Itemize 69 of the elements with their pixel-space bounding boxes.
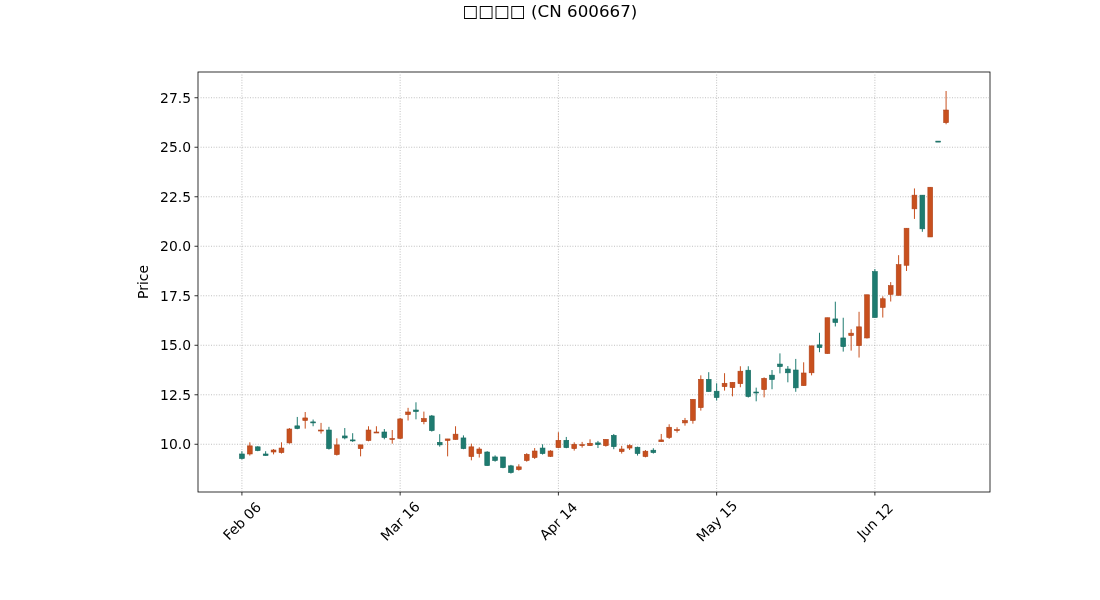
tick-label: Jun 12 <box>853 499 896 543</box>
tick-mark <box>194 344 199 346</box>
candle <box>935 140 941 143</box>
candle <box>658 433 664 443</box>
candle <box>310 419 316 427</box>
tick-mark <box>194 196 199 198</box>
tick-mark <box>194 146 199 148</box>
candle <box>397 417 403 440</box>
candle <box>943 90 949 125</box>
candle <box>698 374 704 412</box>
tick-mark <box>874 491 876 496</box>
candle <box>326 426 332 451</box>
tick-label: Mar 16 <box>377 498 423 544</box>
candle <box>500 456 506 469</box>
candle <box>611 433 617 450</box>
axis-label: Price <box>135 265 151 299</box>
candle <box>856 311 862 359</box>
tick-mark <box>241 491 243 496</box>
candle <box>318 422 324 435</box>
candle <box>516 463 522 472</box>
candle <box>666 423 672 440</box>
candle <box>761 376 767 398</box>
tick-label: 20.0 <box>160 238 191 255</box>
tick-label: 12.5 <box>160 386 191 403</box>
candle <box>587 438 593 447</box>
tick-label: Apr 14 <box>536 499 581 543</box>
tick-label: 17.5 <box>160 287 191 304</box>
candle <box>334 437 340 457</box>
candle <box>405 407 411 421</box>
tick-label: Feb 06 <box>219 498 265 544</box>
candle <box>429 414 435 433</box>
chart-title: □□□□ (CN 600667) <box>462 0 638 23</box>
candle <box>247 441 253 457</box>
candle <box>413 401 419 420</box>
candle <box>872 268 878 319</box>
candle <box>508 464 514 475</box>
tick-mark <box>194 394 199 396</box>
candle <box>603 438 609 448</box>
tick-mark <box>194 443 199 445</box>
tick-mark <box>558 491 559 496</box>
candle <box>484 450 490 467</box>
candle <box>595 440 601 449</box>
candle <box>674 426 680 434</box>
candle <box>690 398 696 425</box>
candle <box>682 417 688 427</box>
tick-label: 22.5 <box>160 188 191 205</box>
candle <box>785 365 791 383</box>
tick-mark <box>716 491 718 496</box>
candle <box>492 454 498 463</box>
candle <box>571 441 577 452</box>
candle <box>848 328 854 352</box>
tick-mark <box>194 97 199 99</box>
tick-mark <box>194 295 199 297</box>
candle <box>880 295 886 319</box>
tick-label: 10.0 <box>160 436 191 453</box>
candle <box>840 317 846 353</box>
candle <box>579 441 585 449</box>
tick-label: 25.0 <box>160 139 191 156</box>
candle <box>777 352 783 374</box>
tick-label: 15.0 <box>160 337 191 354</box>
tick-mark <box>194 245 199 247</box>
tick-label: 27.5 <box>160 89 191 106</box>
tick-mark <box>399 491 401 496</box>
candle <box>302 411 308 430</box>
candle <box>864 294 870 340</box>
candle <box>769 369 775 390</box>
candle <box>753 387 759 402</box>
candle <box>421 411 427 425</box>
candle <box>239 450 245 460</box>
